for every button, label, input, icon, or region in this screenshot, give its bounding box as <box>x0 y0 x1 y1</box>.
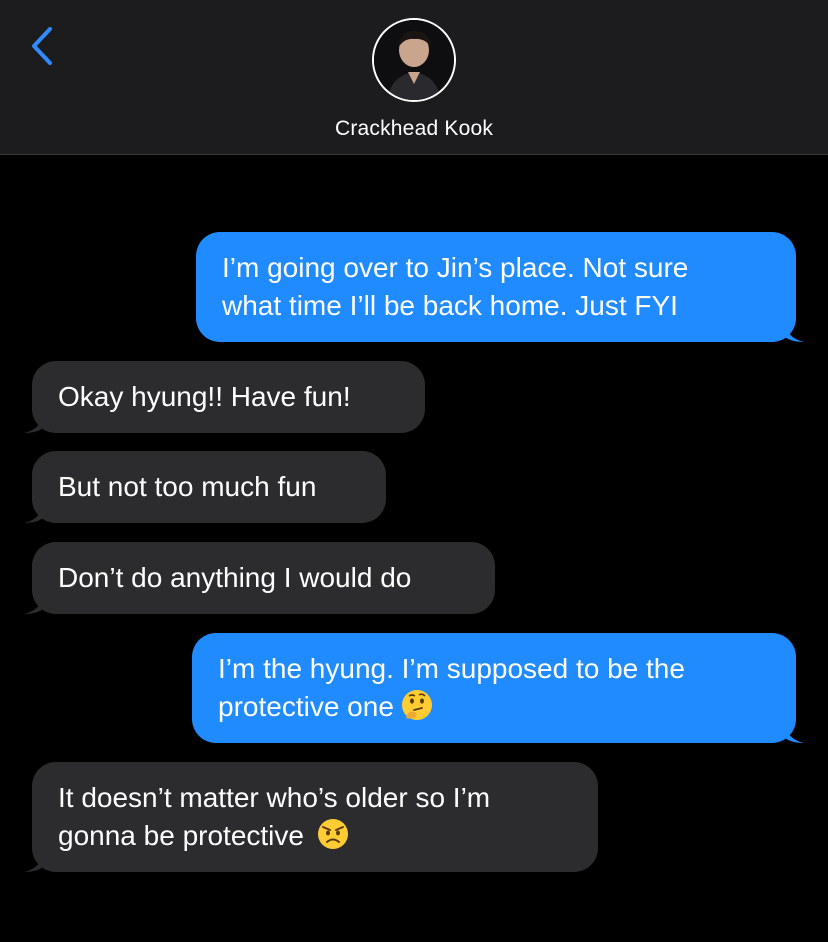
contact-name[interactable]: Crackhead Kook <box>0 117 828 141</box>
message-bubble-received[interactable]: But not too much fun <box>24 451 386 523</box>
message-text: It doesn’t matter who’s older so I’m gon… <box>58 782 491 851</box>
message-bubble-received[interactable]: It doesn’t matter who’s older so I’m gon… <box>24 762 598 872</box>
avatar-image <box>374 20 454 100</box>
message-text: Don’t do anything I would do <box>58 562 412 593</box>
bubble-tail <box>24 850 44 872</box>
message-text: Okay hyung!! Have fun! <box>58 381 351 412</box>
message-bubble-sent[interactable]: I’m going over to Jin’s place. Not sure … <box>196 232 804 342</box>
bubble-tail <box>784 320 804 342</box>
message-text: I’m going over to Jin’s place. Not sure … <box>222 252 689 321</box>
bubble-tail <box>784 721 804 743</box>
message-text: But not too much fun <box>58 471 317 502</box>
message-bubble-sent[interactable]: I’m the hyung. I’m supposed to be the pr… <box>192 633 804 743</box>
bubble-tail <box>24 501 44 523</box>
angry-face-emoji <box>317 819 348 849</box>
contact-avatar[interactable] <box>372 18 456 102</box>
message-bubble-received[interactable]: Okay hyung!! Have fun! <box>24 361 425 433</box>
bubble-tail <box>24 592 44 614</box>
message-bubble-received[interactable]: Don’t do anything I would do <box>24 542 495 614</box>
back-button[interactable] <box>22 24 62 68</box>
conversation-header: Crackhead Kook <box>0 0 828 155</box>
chevron-left-icon <box>32 27 52 65</box>
message-text: I’m the hyung. I’m supposed to be the pr… <box>218 653 685 722</box>
bubble-tail <box>24 411 44 433</box>
thinking-face-emoji <box>401 690 432 720</box>
